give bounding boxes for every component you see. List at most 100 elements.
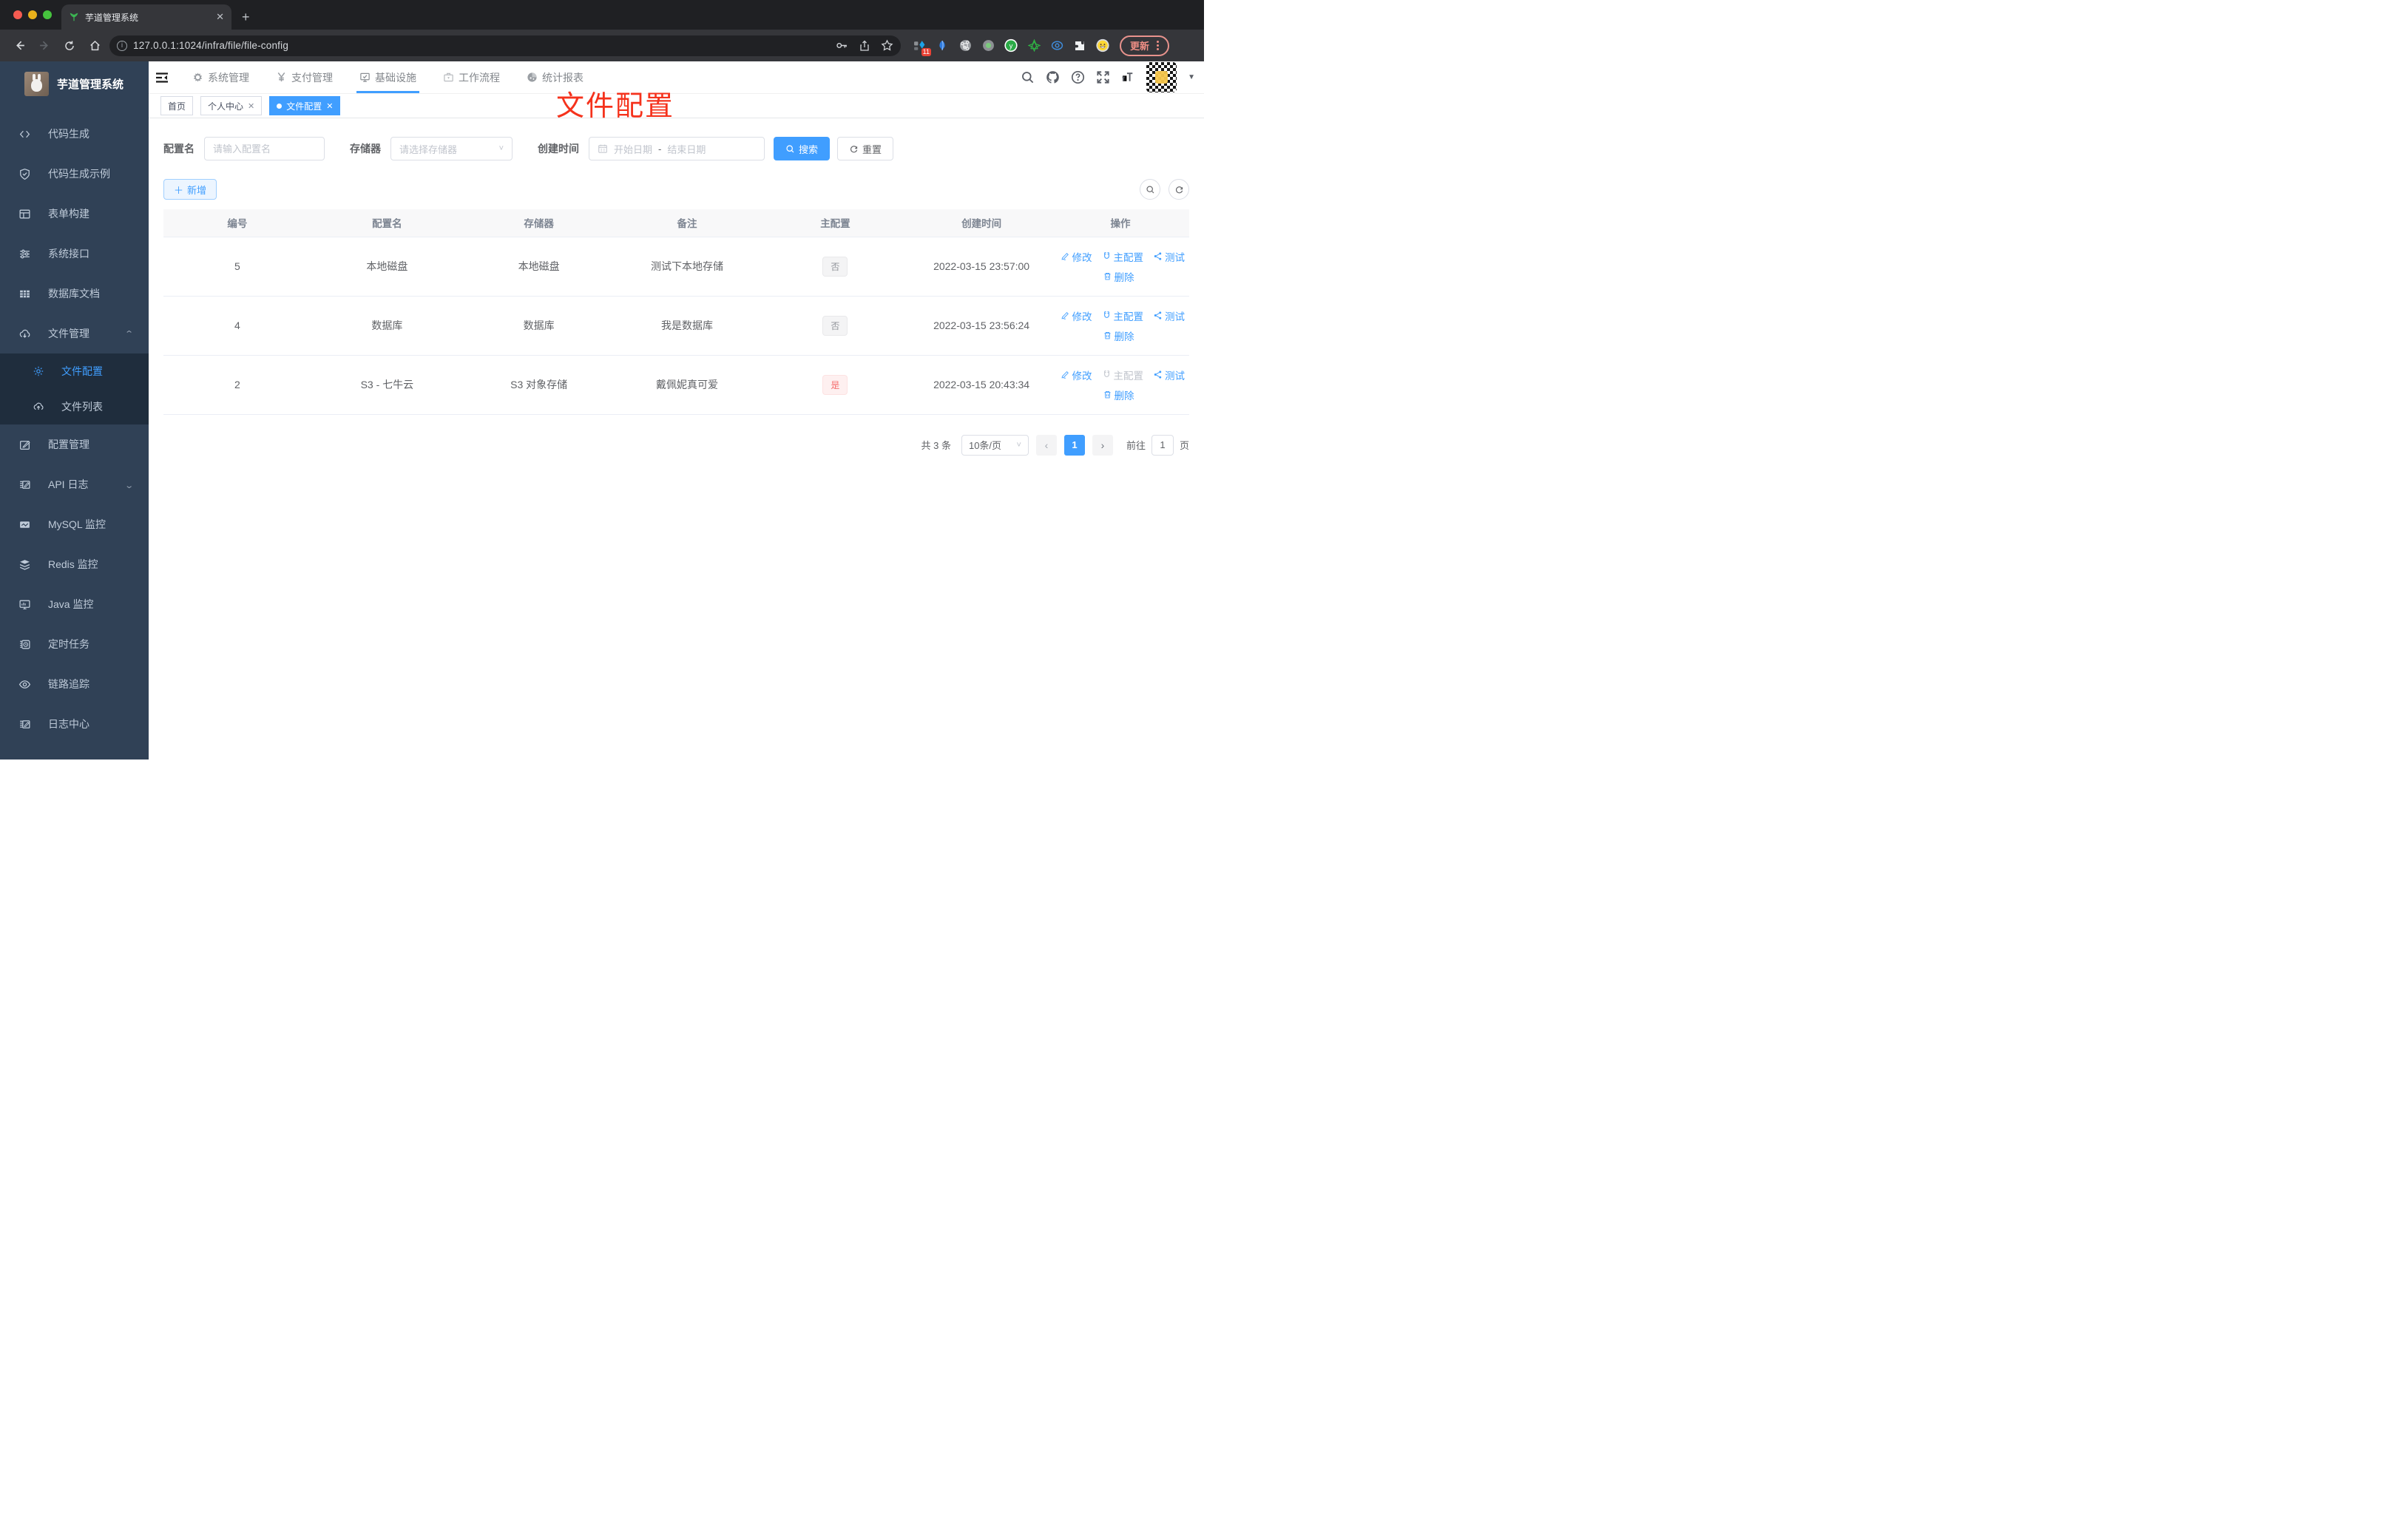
forward-button[interactable]	[34, 35, 55, 56]
sidebar-item-db-doc[interactable]: 数据库文档	[0, 274, 149, 314]
extension-rings-icon[interactable]	[1050, 39, 1063, 53]
extension-kite-icon[interactable]	[936, 39, 949, 53]
github-icon[interactable]	[1046, 70, 1060, 84]
goto-page-input[interactable]: 1	[1151, 434, 1174, 456]
browser-update-button[interactable]: 更新	[1120, 35, 1170, 56]
chevron-down-icon: ˅	[498, 144, 504, 153]
sidebar-item-redis-monitor[interactable]: Redis 监控	[0, 544, 149, 584]
sidebar-item-file-list[interactable]: 文件列表	[0, 389, 149, 424]
date-range-picker[interactable]: 开始日期 - 结束日期	[589, 137, 765, 160]
master-config-link[interactable]: 主配置	[1102, 249, 1143, 264]
delete-link[interactable]: 删除	[1103, 328, 1134, 343]
refresh-table-button[interactable]	[1169, 179, 1189, 200]
sidebar-item-code-gen[interactable]: 代码生成	[0, 114, 149, 154]
reload-button[interactable]	[59, 35, 80, 56]
calendar-icon	[598, 144, 607, 153]
sidebar-item-label: MySQL 监控	[48, 518, 106, 530]
extension-puzzle-icon[interactable]	[1073, 39, 1086, 53]
edit-link[interactable]: 修改	[1061, 368, 1092, 382]
tag-file-config[interactable]: 文件配置 ✕	[269, 96, 341, 115]
edit-link[interactable]: 修改	[1061, 308, 1092, 323]
minimize-window-button[interactable]	[28, 10, 37, 19]
tag-home[interactable]: 首页	[160, 96, 194, 115]
config-name-input[interactable]	[213, 143, 316, 155]
tab-infrastructure[interactable]: 基础设施	[346, 61, 430, 93]
search-icon[interactable]	[1021, 70, 1035, 84]
sidebar-item-code-gen-example[interactable]: 代码生成示例	[0, 154, 149, 194]
edit-link[interactable]: 修改	[1061, 249, 1092, 264]
home-button[interactable]	[84, 35, 105, 56]
sidebar-logo[interactable]: 芋道管理系统	[0, 61, 149, 104]
cell-id: 2	[163, 355, 311, 415]
sidebar-item-trace[interactable]: 链路追踪	[0, 664, 149, 704]
extension-command-icon[interactable]	[958, 39, 972, 53]
page-number-1[interactable]: 1	[1063, 434, 1085, 456]
extension-recorder-icon[interactable]	[981, 39, 995, 53]
browser-tab[interactable]: 芋道管理系统 ✕	[61, 4, 231, 30]
tab-close-icon[interactable]: ✕	[216, 11, 224, 23]
svg-text:y: y	[1009, 42, 1013, 50]
extension-workflow-icon[interactable]: 11	[913, 39, 931, 56]
password-key-icon[interactable]	[836, 39, 848, 52]
sidebar-item-file-config[interactable]: 文件配置	[0, 353, 149, 389]
test-link[interactable]: 测试	[1153, 368, 1185, 382]
tag-close-icon[interactable]: ✕	[248, 101, 254, 111]
pagination: 共 3 条 10条/页 ˅ ‹ 1 › 前往 1 页	[163, 434, 1189, 456]
sidebar-item-system-api[interactable]: 系统接口	[0, 234, 149, 274]
fullscreen-icon[interactable]	[1096, 70, 1110, 84]
tab-system-management[interactable]: 系统管理	[179, 61, 263, 93]
master-config-link[interactable]: 主配置	[1102, 368, 1143, 382]
yen-icon	[277, 72, 285, 82]
new-tab-button[interactable]: +	[242, 10, 250, 30]
tag-close-icon[interactable]: ✕	[326, 101, 333, 111]
browser-menu-icon[interactable]	[1157, 41, 1160, 50]
font-size-icon[interactable]	[1121, 70, 1135, 84]
sidebar-item-cron-job[interactable]: 定时任务	[0, 624, 149, 664]
test-link[interactable]: 测试	[1153, 308, 1185, 323]
master-config-link[interactable]: 主配置	[1102, 308, 1143, 323]
back-button[interactable]	[9, 35, 30, 56]
prev-page-button[interactable]: ‹	[1035, 434, 1057, 456]
sidebar-collapse-icon[interactable]	[149, 72, 179, 84]
sidebar-item-label: Redis 监控	[48, 558, 98, 570]
help-icon[interactable]	[1071, 70, 1085, 84]
window-controls[interactable]	[13, 10, 52, 19]
close-window-button[interactable]	[13, 10, 22, 19]
tab-workflow[interactable]: 工作流程	[430, 61, 513, 93]
search-button[interactable]: 搜索	[774, 137, 831, 160]
goto-label: 前往	[1126, 440, 1146, 451]
file-config-table: 编号 配置名 存储器 备注 主配置 创建时间 操作 5 本地磁盘 本地磁盘 测试…	[163, 209, 1189, 415]
sidebar-item-form-builder[interactable]: 表单构建	[0, 194, 149, 234]
site-info-icon[interactable]: i	[117, 40, 127, 51]
test-link[interactable]: 测试	[1153, 249, 1185, 264]
page-size-select[interactable]: 10条/页 ˅	[961, 434, 1029, 456]
sidebar-item-api-log[interactable]: API 日志 ⌃	[0, 464, 149, 504]
reset-button[interactable]: 重置	[837, 137, 894, 160]
search-toggle-button[interactable]	[1140, 179, 1160, 200]
add-button[interactable]: ＋ 新增	[163, 179, 217, 200]
url-text[interactable]: 127.0.0.1:1024/infra/file/file-config	[133, 40, 830, 51]
storage-select[interactable]: 请选择存储器 ˅	[390, 137, 513, 160]
zoom-window-button[interactable]	[43, 10, 52, 19]
extension-star-icon[interactable]	[1027, 39, 1041, 53]
tab-payment-management[interactable]: 支付管理	[263, 61, 346, 93]
tab-report[interactable]: 统计报表	[513, 61, 597, 93]
sidebar-item-config-management[interactable]: 配置管理	[0, 424, 149, 464]
delete-link[interactable]: 删除	[1103, 269, 1134, 284]
share-icon[interactable]	[859, 40, 870, 52]
sidebar-item-file-management[interactable]: 文件管理 ⌃	[0, 314, 149, 353]
table-row: 5 本地磁盘 本地磁盘 测试下本地存储 否 2022-03-15 23:57:0…	[163, 237, 1189, 297]
extension-emoji-icon[interactable]	[1096, 38, 1109, 53]
bookmark-star-icon[interactable]	[881, 39, 893, 52]
sidebar-item-mysql-monitor[interactable]: MySQL 监控	[0, 504, 149, 544]
sidebar-item-java-monitor[interactable]: Java 监控	[0, 584, 149, 624]
delete-link[interactable]: 删除	[1103, 388, 1134, 402]
sidebar-item-log-center[interactable]: 日志中心	[0, 704, 149, 744]
next-page-button[interactable]: ›	[1092, 434, 1113, 456]
chevron-down-icon: ⌃	[124, 479, 134, 489]
extension-green-y-icon[interactable]: y	[1004, 38, 1018, 53]
url-bar[interactable]: i 127.0.0.1:1024/infra/file/file-config	[109, 35, 901, 56]
tag-profile[interactable]: 个人中心 ✕	[200, 96, 263, 115]
avatar-dropdown-caret-icon[interactable]: ▼	[1188, 73, 1195, 81]
avatar[interactable]	[1146, 62, 1177, 92]
